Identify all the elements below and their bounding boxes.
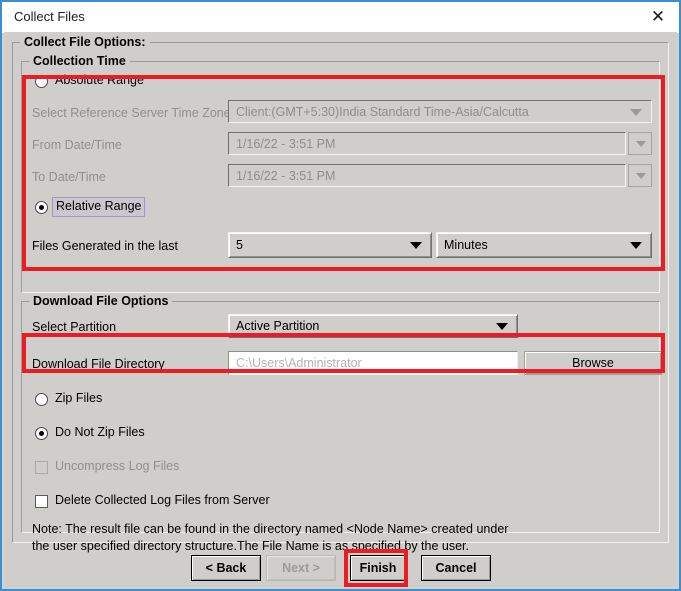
timezone-label: Select Reference Server Time Zone (32, 106, 231, 120)
close-icon[interactable]: ✕ (645, 6, 671, 28)
zip-files-radio[interactable] (35, 393, 48, 406)
from-datetime-label: From Date/Time (32, 138, 122, 152)
finish-button[interactable]: Finish (350, 555, 406, 581)
to-datetime-dropdown-button (628, 164, 652, 187)
collect-file-options-title: Collect File Options: (20, 35, 150, 49)
next-button-label: Next > (282, 561, 320, 575)
relative-range-label[interactable]: Relative Range (56, 199, 141, 213)
to-datetime-field: 1/16/22 - 3:51 PM (228, 164, 626, 187)
collect-file-options-group: Collect File Options: Collection Time Ab… (12, 35, 669, 553)
files-generated-label: Files Generated in the last (32, 239, 178, 253)
select-partition-value: Active Partition (236, 319, 320, 333)
delete-collected-log-files-label[interactable]: Delete Collected Log Files from Server (55, 493, 270, 507)
to-datetime-label: To Date/Time (32, 170, 106, 184)
files-generated-amount-combo[interactable]: 5 (228, 232, 432, 258)
next-button: Next > (266, 555, 336, 581)
note-text: Note: The result file can be found in th… (32, 522, 509, 553)
download-directory-label: Download File Directory (32, 357, 165, 371)
absolute-range-label[interactable]: Absolute Range (55, 73, 144, 87)
window-title: Collect Files (14, 9, 85, 24)
back-button[interactable]: < Back (191, 555, 261, 581)
relative-range-radio[interactable] (35, 201, 48, 214)
chevron-down-icon (636, 140, 646, 147)
timezone-combo: Client:(GMT+5:30)India Standard Time-Asi… (228, 100, 652, 123)
browse-button-label: Browse (572, 356, 614, 370)
finish-button-label: Finish (359, 561, 397, 575)
select-partition-combo[interactable]: Active Partition (228, 314, 518, 338)
back-button-label: < Back (205, 561, 247, 575)
from-datetime-field: 1/16/22 - 3:51 PM (228, 132, 626, 155)
to-datetime-value: 1/16/22 - 3:51 PM (236, 168, 336, 183)
timezone-value: Client:(GMT+5:30)India Standard Time-Asi… (236, 104, 529, 119)
delete-collected-log-files-checkbox[interactable] (35, 495, 48, 508)
download-directory-input[interactable]: C:\Users\Administrator (228, 351, 518, 375)
chevron-down-icon (496, 323, 508, 330)
collect-files-dialog: Collect Files ✕ Collect File Options: Co… (0, 0, 681, 591)
chevron-down-icon (630, 242, 642, 249)
files-generated-unit-value: Minutes (444, 238, 488, 252)
from-datetime-value: 1/16/22 - 3:51 PM (236, 136, 336, 151)
cancel-button[interactable]: Cancel (421, 555, 491, 581)
chevron-down-icon (636, 172, 646, 179)
dialog-content: Collect File Options: Collection Time Ab… (4, 32, 677, 587)
download-directory-placeholder: C:\Users\Administrator (236, 356, 362, 370)
collection-time-group: Collection Time Absolute Range Select Re… (21, 54, 660, 293)
download-file-options-title: Download File Options (29, 294, 173, 308)
do-not-zip-files-label[interactable]: Do Not Zip Files (55, 425, 145, 439)
select-partition-label: Select Partition (32, 320, 117, 334)
uncompress-log-files-label: Uncompress Log Files (55, 459, 180, 473)
chevron-down-icon (410, 242, 422, 249)
chevron-down-icon (630, 108, 642, 116)
zip-files-label[interactable]: Zip Files (55, 391, 102, 405)
from-datetime-dropdown-button (628, 132, 652, 155)
files-generated-amount-value: 5 (236, 238, 243, 252)
uncompress-log-files-checkbox (35, 461, 48, 474)
collection-time-title: Collection Time (29, 54, 130, 68)
files-generated-unit-combo[interactable]: Minutes (436, 232, 652, 258)
browse-button[interactable]: Browse (524, 351, 662, 375)
cancel-button-label: Cancel (435, 561, 477, 575)
download-file-options-group: Download File Options Select Partition A… (21, 294, 662, 553)
title-bar: Collect Files ✕ (2, 2, 679, 33)
absolute-range-radio[interactable] (35, 75, 48, 88)
do-not-zip-files-radio[interactable] (35, 427, 48, 440)
